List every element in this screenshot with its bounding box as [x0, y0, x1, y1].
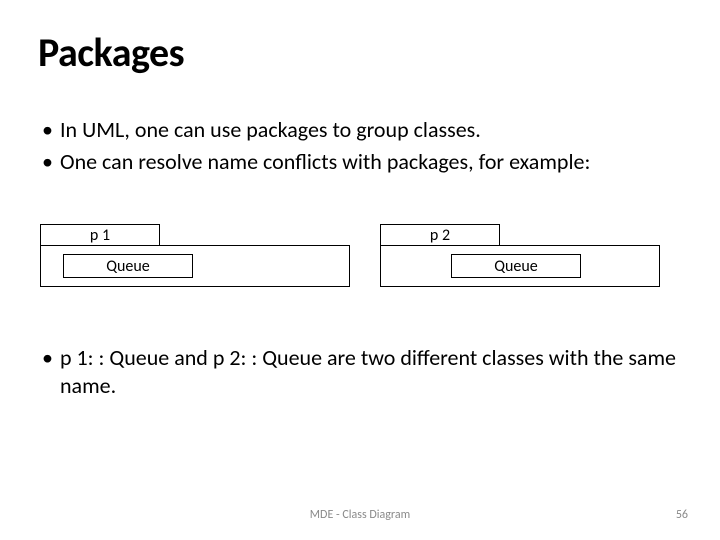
class-box: Queue	[63, 254, 193, 278]
body-bottom: p 1: : Queue and p 2: : Queue are two di…	[38, 344, 678, 399]
uml-diagram: p 1 Queue p 2 Queue	[40, 224, 680, 316]
uml-package-p1: p 1 Queue	[40, 224, 350, 287]
package-tab-label: p 1	[40, 224, 160, 246]
bullet-item: One can resolve name conflicts with pack…	[38, 148, 678, 176]
slide-title: Packages	[38, 28, 184, 77]
body-top: In UML, one can use packages to group cl…	[38, 116, 678, 179]
slide: Packages In UML, one can use packages to…	[0, 0, 720, 540]
bullet-item: In UML, one can use packages to group cl…	[38, 116, 678, 144]
package-body: Queue	[40, 245, 350, 287]
class-box: Queue	[451, 254, 581, 278]
package-body: Queue	[380, 245, 660, 287]
uml-package-p2: p 2 Queue	[380, 224, 660, 287]
package-tab-label: p 2	[380, 224, 500, 246]
footer-text: MDE - Class Diagram	[0, 508, 720, 522]
page-number: 56	[676, 508, 688, 522]
bullet-item: p 1: : Queue and p 2: : Queue are two di…	[38, 344, 678, 399]
